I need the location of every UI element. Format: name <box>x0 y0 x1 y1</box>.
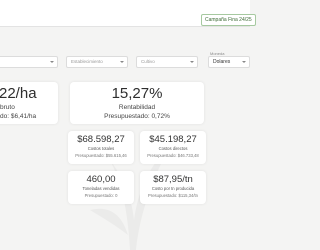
gross-margin-card: 22/ha bruto do: $6,41/ha <box>0 82 58 124</box>
filter-bar: Establecimiento Cultivo Moneda Dolares <box>0 51 250 70</box>
chevron-down-icon <box>190 61 194 63</box>
currency-label: Moneda <box>210 51 225 56</box>
establishment-select[interactable]: Establecimiento <box>66 56 128 68</box>
stat-budget: Presupuestado: $46.733,48 <box>147 153 199 158</box>
tons-sold-card: 460,00 Toneladas vendidas Presupuestado:… <box>68 171 134 204</box>
gross-margin-value: 22/ha <box>0 85 37 102</box>
stat-budget: Presupuestado: 0 <box>84 193 118 198</box>
stat-value: $87,95/tn <box>153 174 193 185</box>
filter-field-1[interactable] <box>0 56 58 68</box>
chevron-down-icon <box>120 61 124 63</box>
direct-costs-card: $45.198,27 Costos directos Presupuestado… <box>140 131 206 164</box>
stat-label: Costos totales <box>87 146 115 151</box>
profitability-value: 15,27% <box>111 85 163 102</box>
establishment-placeholder: Establecimiento <box>71 59 103 64</box>
crop-select[interactable]: Cultivo <box>136 56 198 68</box>
currency-value: Dolares <box>213 59 231 65</box>
crop-placeholder: Cultivo <box>141 59 155 64</box>
profitability-label: Rentabilidad <box>118 104 156 111</box>
stat-label: Costo por tn producida <box>151 186 195 191</box>
cost-per-ton-card: $87,95/tn Costo por tn producida Presupu… <box>140 171 206 204</box>
chevron-down-icon <box>50 61 54 63</box>
stat-budget: Presupuestado: $115,34/tn <box>148 193 198 198</box>
profitability-budget: Presupuestado: 0,72% <box>104 113 170 120</box>
gross-margin-budget: do: $6,41/ha <box>0 113 37 120</box>
gross-margin-label: bruto <box>0 104 15 111</box>
stat-value: 460,00 <box>86 174 116 185</box>
total-costs-card: $68.598,27 Costos totales Presupuestado:… <box>68 131 134 164</box>
profitability-card: 15,27% Rentabilidad Presupuestado: 0,72% <box>70 82 204 124</box>
chevron-down-icon <box>242 61 246 63</box>
stat-label: Toneladas vendidas <box>82 186 120 191</box>
campaign-selector[interactable]: Campaña Fina 24/25 <box>201 14 256 26</box>
stat-value: $45.198,27 <box>149 134 197 145</box>
stat-budget: Presupuestado: $55.615,46 <box>75 153 127 158</box>
top-bar: Campaña Fina 24/25 <box>0 0 256 27</box>
stat-value: $68.598,27 <box>77 134 125 145</box>
stat-label: Costos directos <box>158 146 188 151</box>
currency-select[interactable]: Moneda Dolares <box>208 51 250 68</box>
